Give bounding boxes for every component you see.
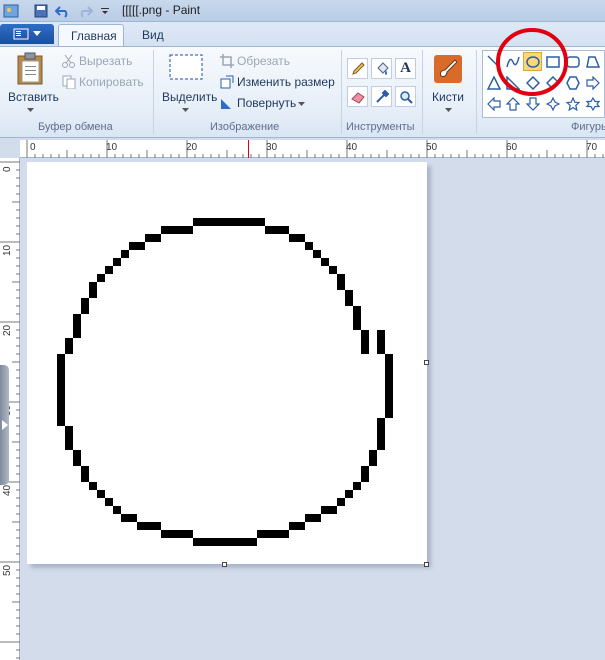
arrow-left-icon [486,96,501,111]
crop-button[interactable]: Обрезать [220,53,340,70]
polygon-shape[interactable] [583,52,602,71]
rotate-label: Повернуть [237,96,297,110]
copy-label: Копировать [79,75,144,89]
crop-label: Обрезать [237,54,290,68]
ruler-label: 40 [2,484,13,496]
resize-label: Изменить размер [237,75,335,89]
menu-icon [13,28,29,40]
text-tool[interactable]: A [395,58,416,79]
arrow-up-icon [505,96,520,111]
six-point-star-shape[interactable] [583,94,602,113]
ruler-label: 60 [506,142,518,153]
eyedropper-icon [375,89,389,103]
chevron-down-icon [445,108,452,112]
ruler-label: 0 [2,166,13,172]
copy-icon [62,75,76,89]
group-separator [476,50,477,134]
save-icon[interactable] [32,2,50,20]
tools-group-label: Инструменты [346,121,415,133]
eraser-icon [350,91,365,104]
select-label: Выделить [162,90,218,104]
canvas-resize-handle-bottom[interactable] [222,562,227,567]
red-highlight-circle [496,28,568,96]
paste-button[interactable]: Вставить [8,52,59,116]
brush-icon [434,55,462,83]
ruler-label: 40 [346,142,358,153]
magnifier-icon [399,90,413,104]
ruler-label: 30 [266,142,278,153]
select-rectangle-icon [169,54,203,80]
pencil-icon [351,61,365,75]
undo-icon[interactable] [54,2,72,20]
ruler-label: 10 [106,142,118,153]
clipboard-group-label: Буфер обмена [38,121,113,133]
group-separator [153,50,154,134]
chevron-right-icon [2,420,8,430]
eraser-tool[interactable] [347,86,368,107]
clipboard-icon [17,52,43,85]
text-icon: A [400,60,411,76]
rotate-button[interactable]: Повернуть [220,95,340,112]
group-separator [422,50,423,134]
crop-icon [220,54,234,68]
six-point-star-icon [585,96,600,111]
rotate-icon [221,99,231,109]
fill-tool[interactable] [371,58,392,79]
four-point-star-icon [545,96,560,111]
side-panel-grip[interactable] [0,365,9,485]
brushes-label: Кисти [432,90,464,104]
color-picker-tool[interactable] [371,86,392,107]
polygon-icon [585,55,600,68]
shapes-group-label: Фигуры [571,121,605,133]
cut-label: Вырезать [79,54,133,68]
canvas-resize-handle-right[interactable] [424,360,429,365]
drawing-canvas[interactable] [27,162,427,564]
paint-menu-button[interactable] [0,24,54,44]
cut-button[interactable]: Вырезать [62,53,152,70]
arrow-down-icon [525,96,540,111]
brushes-button[interactable]: Кисти [428,52,468,116]
chevron-down-icon [182,108,189,112]
paint-bucket-icon [376,61,389,75]
tab-view[interactable]: Вид [130,24,176,46]
window-title: [[[[[.png - Paint [122,3,201,17]
star-icon [565,96,580,111]
ruler-position-marker [248,140,249,158]
ruler-label: 0 [30,142,36,153]
magnifier-tool[interactable] [395,86,416,107]
ruler-label: 20 [186,142,198,153]
pencil-tool[interactable] [347,58,368,79]
arrow-right-icon [585,75,600,90]
ruler-label: 50 [2,564,13,576]
pixel-circle-drawing [57,218,393,546]
tab-home[interactable]: Главная [58,24,124,46]
image-group-label: Изображение [210,121,280,133]
copy-button[interactable]: Копировать [62,74,152,91]
ruler-label: 20 [2,324,13,336]
canvas-resize-handle-corner[interactable] [424,562,429,567]
paint-app-icon[interactable] [2,2,20,20]
resize-icon [220,75,234,89]
paste-label: Вставить [8,90,59,104]
resize-button[interactable]: Изменить размер [220,74,340,91]
scissors-icon [62,54,75,68]
quick-access-dropdown-icon[interactable] [96,2,114,20]
chevron-down-icon [298,102,305,106]
ruler-label: 10 [2,244,13,256]
arrow-right-shape[interactable] [583,73,602,92]
chevron-down-icon [27,108,34,112]
ruler-label: 70 [586,142,598,153]
redo-icon[interactable] [76,2,94,20]
select-button[interactable]: Выделить [158,52,218,116]
group-separator [341,50,342,134]
chevron-down-icon [33,31,41,36]
ruler-label: 50 [426,142,438,153]
